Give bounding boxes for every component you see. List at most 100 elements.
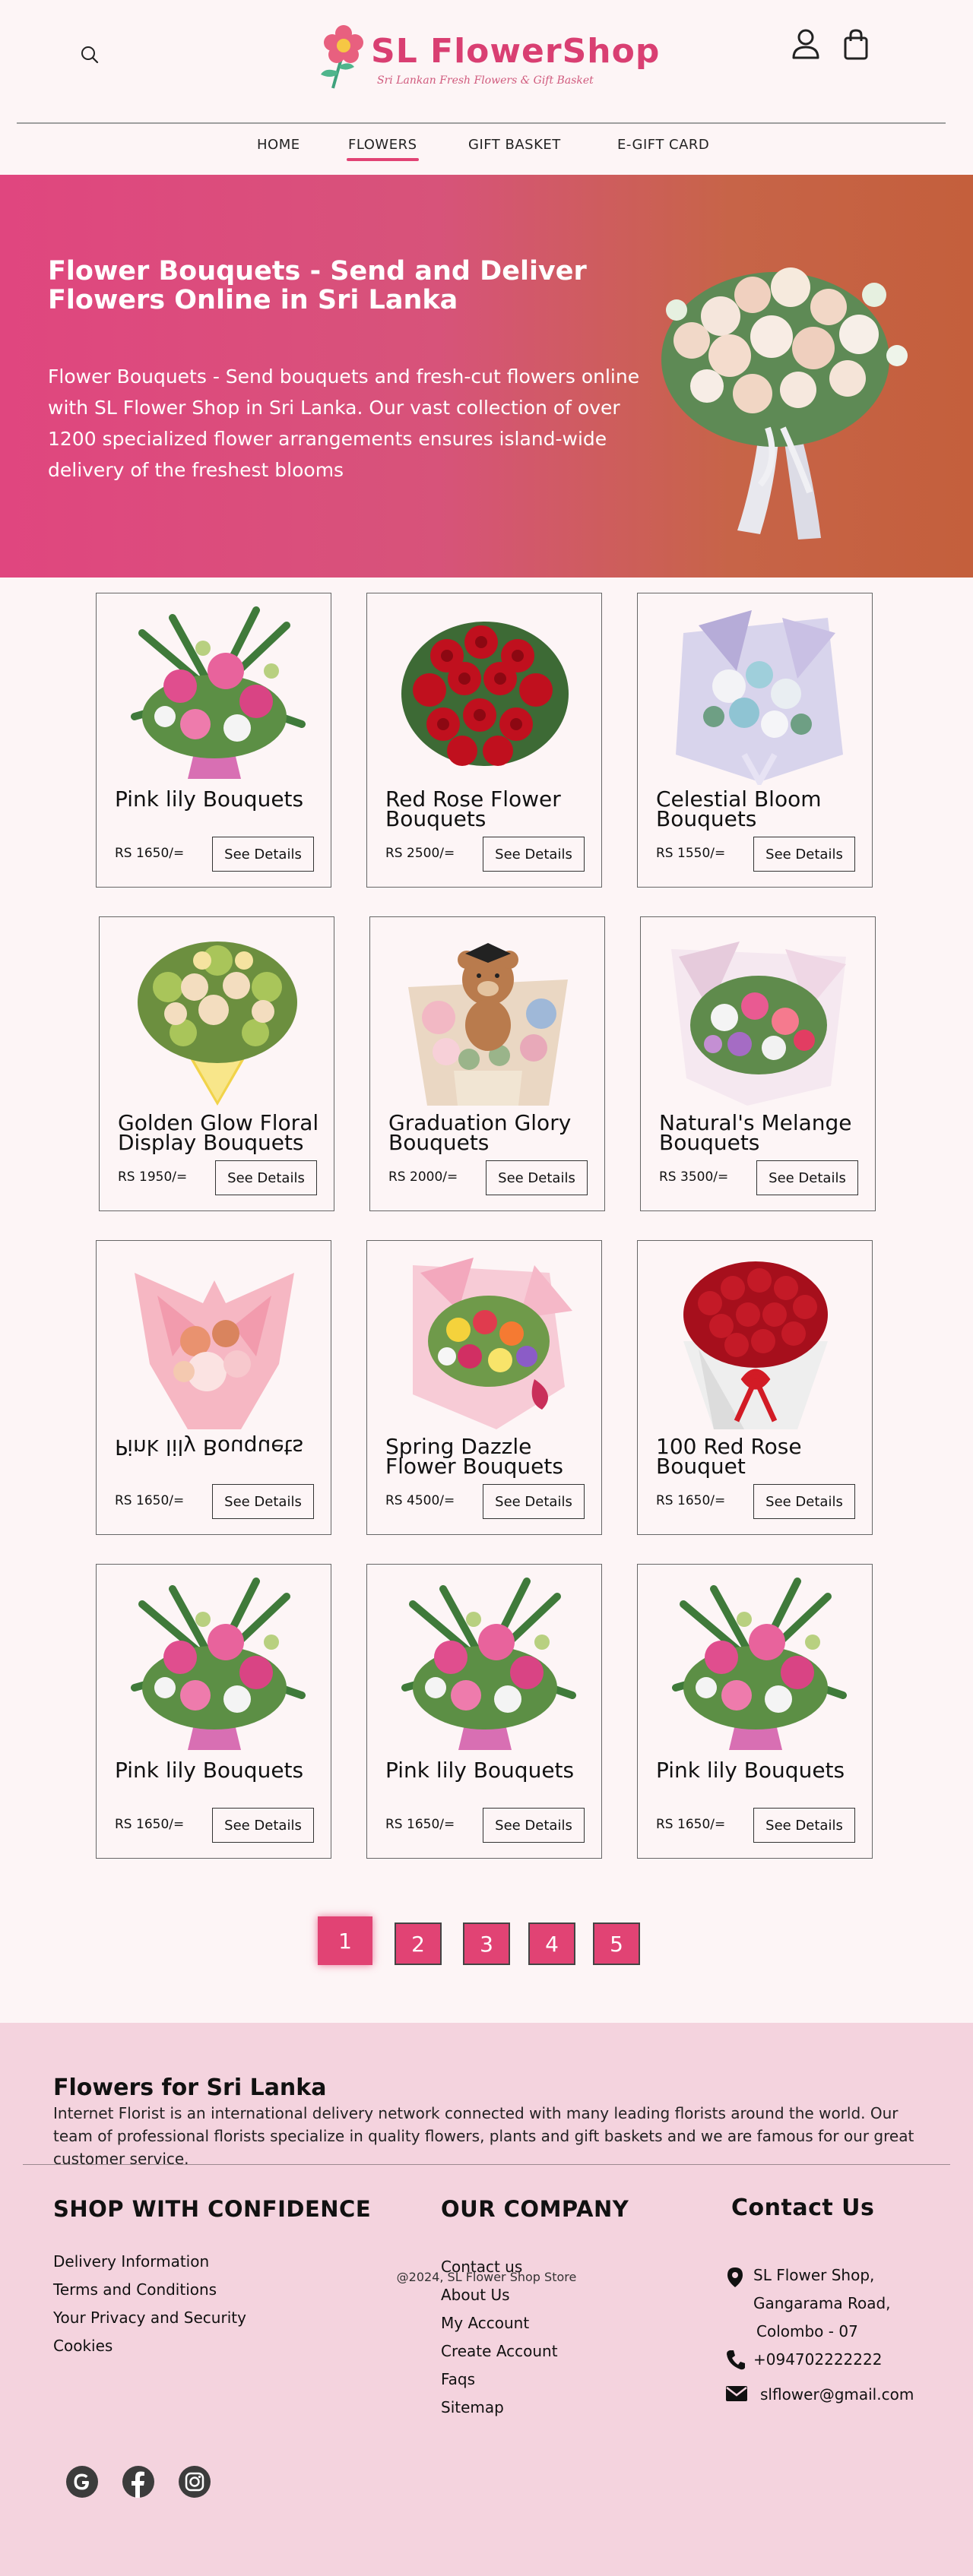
product-card[interactable]: Pink lily Bouquets RS 1650/= See Details bbox=[96, 1564, 331, 1859]
nav-e-gift-card[interactable]: E-GIFT CARD bbox=[617, 137, 709, 153]
product-card[interactable]: Pink lily Bouquets RS 1650/= See Details bbox=[637, 1564, 873, 1859]
see-details-button[interactable]: See Details bbox=[486, 1160, 588, 1195]
see-details-button[interactable]: See Details bbox=[753, 1484, 855, 1519]
footer-link-about[interactable]: About Us bbox=[441, 2286, 510, 2304]
product-name: Red Rose Flower Bouquets bbox=[385, 786, 561, 831]
site-logo[interactable]: SL FlowerShop Sri Lankan Fresh Flowers &… bbox=[319, 21, 659, 97]
product-card[interactable]: Pink lily Bouquets RS 1650/= See Details bbox=[96, 1240, 331, 1535]
pink-lily-bouquet-image bbox=[131, 1578, 306, 1750]
product-price: RS 2000/= bbox=[388, 1169, 458, 1185]
product-price: RS 1650/= bbox=[385, 1817, 455, 1832]
nav-gift-basket[interactable]: GIFT BASKET bbox=[468, 137, 561, 153]
product-card[interactable]: Spring Dazzle Flower Bouquets RS 4500/= … bbox=[366, 1240, 602, 1535]
product-price: RS 1950/= bbox=[118, 1169, 188, 1185]
product-name: Pink lily Bouquets bbox=[115, 1758, 304, 1783]
product-price: RS 1650/= bbox=[115, 1817, 185, 1832]
phone-icon bbox=[727, 2350, 745, 2370]
site-header: SL FlowerShop Sri Lankan Fresh Flowers &… bbox=[0, 0, 973, 175]
footer-divider bbox=[23, 2164, 950, 2165]
footer-link-account[interactable]: My Account bbox=[441, 2314, 529, 2332]
see-details-button[interactable]: See Details bbox=[212, 837, 314, 872]
page-button-2[interactable]: 2 bbox=[395, 1923, 442, 1965]
contact-address-line-3: Colombo - 07 bbox=[756, 2322, 858, 2340]
hero-title: Flower Bouquets - Send and Deliver Flowe… bbox=[48, 256, 587, 315]
product-name: 100 Red Rose Bouquet bbox=[656, 1434, 802, 1479]
footer-link-create-account[interactable]: Create Account bbox=[441, 2342, 558, 2360]
product-card[interactable]: Natural's Melange Bouquets RS 3500/= See… bbox=[640, 916, 876, 1211]
product-card[interactable]: Celestial Bloom Bouquets RS 1550/= See D… bbox=[637, 593, 873, 888]
contact-email[interactable]: slflower@gmail.com bbox=[760, 2385, 914, 2404]
yellow-bouquet-image bbox=[138, 941, 297, 1106]
product-name: Graduation Glory Bouquets bbox=[388, 1110, 572, 1155]
main-nav: HOME FLOWERS GIFT BASKET E-GIFT CARD bbox=[0, 137, 973, 161]
hero-description: Flower Bouquets - Send bouquets and fres… bbox=[48, 366, 640, 481]
contact-address-line-2: Gangarama Road, bbox=[753, 2294, 891, 2312]
copyright-text: @2024, SL Flower Shop Store bbox=[396, 2270, 577, 2284]
product-name: Natural's Melange Bouquets bbox=[659, 1110, 852, 1155]
google-icon[interactable] bbox=[65, 2465, 99, 2498]
see-details-button[interactable]: See Details bbox=[215, 1160, 317, 1195]
company-column-title: OUR COMPANY bbox=[441, 2196, 629, 2222]
product-name: Pink lily Bouquets bbox=[656, 1758, 845, 1783]
nav-flowers[interactable]: FLOWERS bbox=[347, 137, 419, 161]
product-name: Pink lily Bouquets bbox=[115, 1435, 304, 1460]
page-button-3[interactable]: 3 bbox=[463, 1923, 510, 1965]
footer-link-sitemap[interactable]: Sitemap bbox=[441, 2398, 504, 2416]
brand-name: SL FlowerShop bbox=[371, 32, 661, 71]
page-button-4[interactable]: 4 bbox=[528, 1923, 575, 1965]
see-details-button[interactable]: See Details bbox=[756, 1160, 858, 1195]
facebook-icon[interactable] bbox=[122, 2465, 155, 2498]
product-price: RS 1650/= bbox=[115, 1493, 185, 1508]
hundred-rose-bouquet-image bbox=[683, 1261, 828, 1429]
see-details-button[interactable]: See Details bbox=[212, 1484, 314, 1519]
product-name: Pink lily Bouquets bbox=[115, 786, 304, 812]
flower-logo-icon bbox=[321, 25, 363, 89]
product-name: Celestial Bloom Bouquets bbox=[656, 786, 822, 831]
footer-link-delivery[interactable]: Delivery Information bbox=[53, 2252, 209, 2271]
see-details-button[interactable]: See Details bbox=[212, 1808, 314, 1843]
footer-link-cookies[interactable]: Cookies bbox=[53, 2337, 113, 2355]
product-price: RS 2500/= bbox=[385, 846, 455, 861]
see-details-button[interactable]: See Details bbox=[483, 837, 585, 872]
page-button-1[interactable]: 1 bbox=[318, 1916, 372, 1965]
teddy-bear-bouquet-image bbox=[408, 943, 568, 1106]
colorful-bouquet-image bbox=[413, 1258, 572, 1429]
instagram-icon[interactable] bbox=[178, 2465, 211, 2498]
product-card[interactable]: Graduation Glory Bouquets RS 2000/= See … bbox=[369, 916, 605, 1211]
shopping-bag-icon[interactable] bbox=[841, 27, 871, 61]
hero-bouquet-image bbox=[661, 267, 908, 540]
product-card[interactable]: 100 Red Rose Bouquet RS 1650/= See Detai… bbox=[637, 1240, 873, 1535]
pink-rose-bouquet-image bbox=[135, 1273, 294, 1429]
product-card[interactable]: Pink lily Bouquets RS 1650/= See Details bbox=[96, 593, 331, 888]
footer-about-text: Internet Florist is an international del… bbox=[53, 2104, 914, 2168]
product-name: Pink lily Bouquets bbox=[385, 1758, 575, 1783]
footer-title: Flowers for Sri Lanka bbox=[53, 2074, 327, 2101]
pink-lily-bouquet-image bbox=[672, 1578, 847, 1750]
search-icon[interactable] bbox=[79, 44, 100, 65]
contact-column-title: Contact Us bbox=[731, 2195, 875, 2221]
user-account-icon[interactable] bbox=[791, 27, 821, 61]
footer-link-privacy[interactable]: Your Privacy and Security bbox=[53, 2309, 246, 2327]
shop-column-title: SHOP WITH CONFIDENCE bbox=[53, 2196, 372, 2222]
product-price: RS 1650/= bbox=[656, 1817, 726, 1832]
product-price: RS 3500/= bbox=[659, 1169, 729, 1185]
pink-lily-bouquet-image bbox=[401, 1578, 576, 1750]
brand-tagline: Sri Lankan Fresh Flowers & Gift Basket bbox=[377, 74, 594, 87]
contact-phone[interactable]: +094702222222 bbox=[753, 2350, 882, 2369]
see-details-button[interactable]: See Details bbox=[483, 1808, 585, 1843]
see-details-button[interactable]: See Details bbox=[753, 1808, 855, 1843]
product-card[interactable]: Red Rose Flower Bouquets RS 2500/= See D… bbox=[366, 593, 602, 888]
product-price: RS 1650/= bbox=[656, 1493, 726, 1508]
blue-white-bouquet-image bbox=[676, 610, 843, 785]
product-price: RS 4500/= bbox=[385, 1493, 455, 1508]
product-card[interactable]: Golden Glow Floral Display Bouquets RS 1… bbox=[99, 916, 334, 1211]
header-divider bbox=[17, 122, 946, 124]
see-details-button[interactable]: See Details bbox=[483, 1484, 585, 1519]
footer-link-faqs[interactable]: Faqs bbox=[441, 2370, 475, 2388]
page-button-5[interactable]: 5 bbox=[593, 1923, 640, 1965]
product-card[interactable]: Pink lily Bouquets RS 1650/= See Details bbox=[366, 1564, 602, 1859]
see-details-button[interactable]: See Details bbox=[753, 837, 855, 872]
hero-banner: Flower Bouquets - Send and Deliver Flowe… bbox=[0, 175, 973, 578]
product-name: Golden Glow Floral Display Bouquets bbox=[118, 1110, 319, 1155]
nav-home[interactable]: HOME bbox=[257, 137, 300, 153]
